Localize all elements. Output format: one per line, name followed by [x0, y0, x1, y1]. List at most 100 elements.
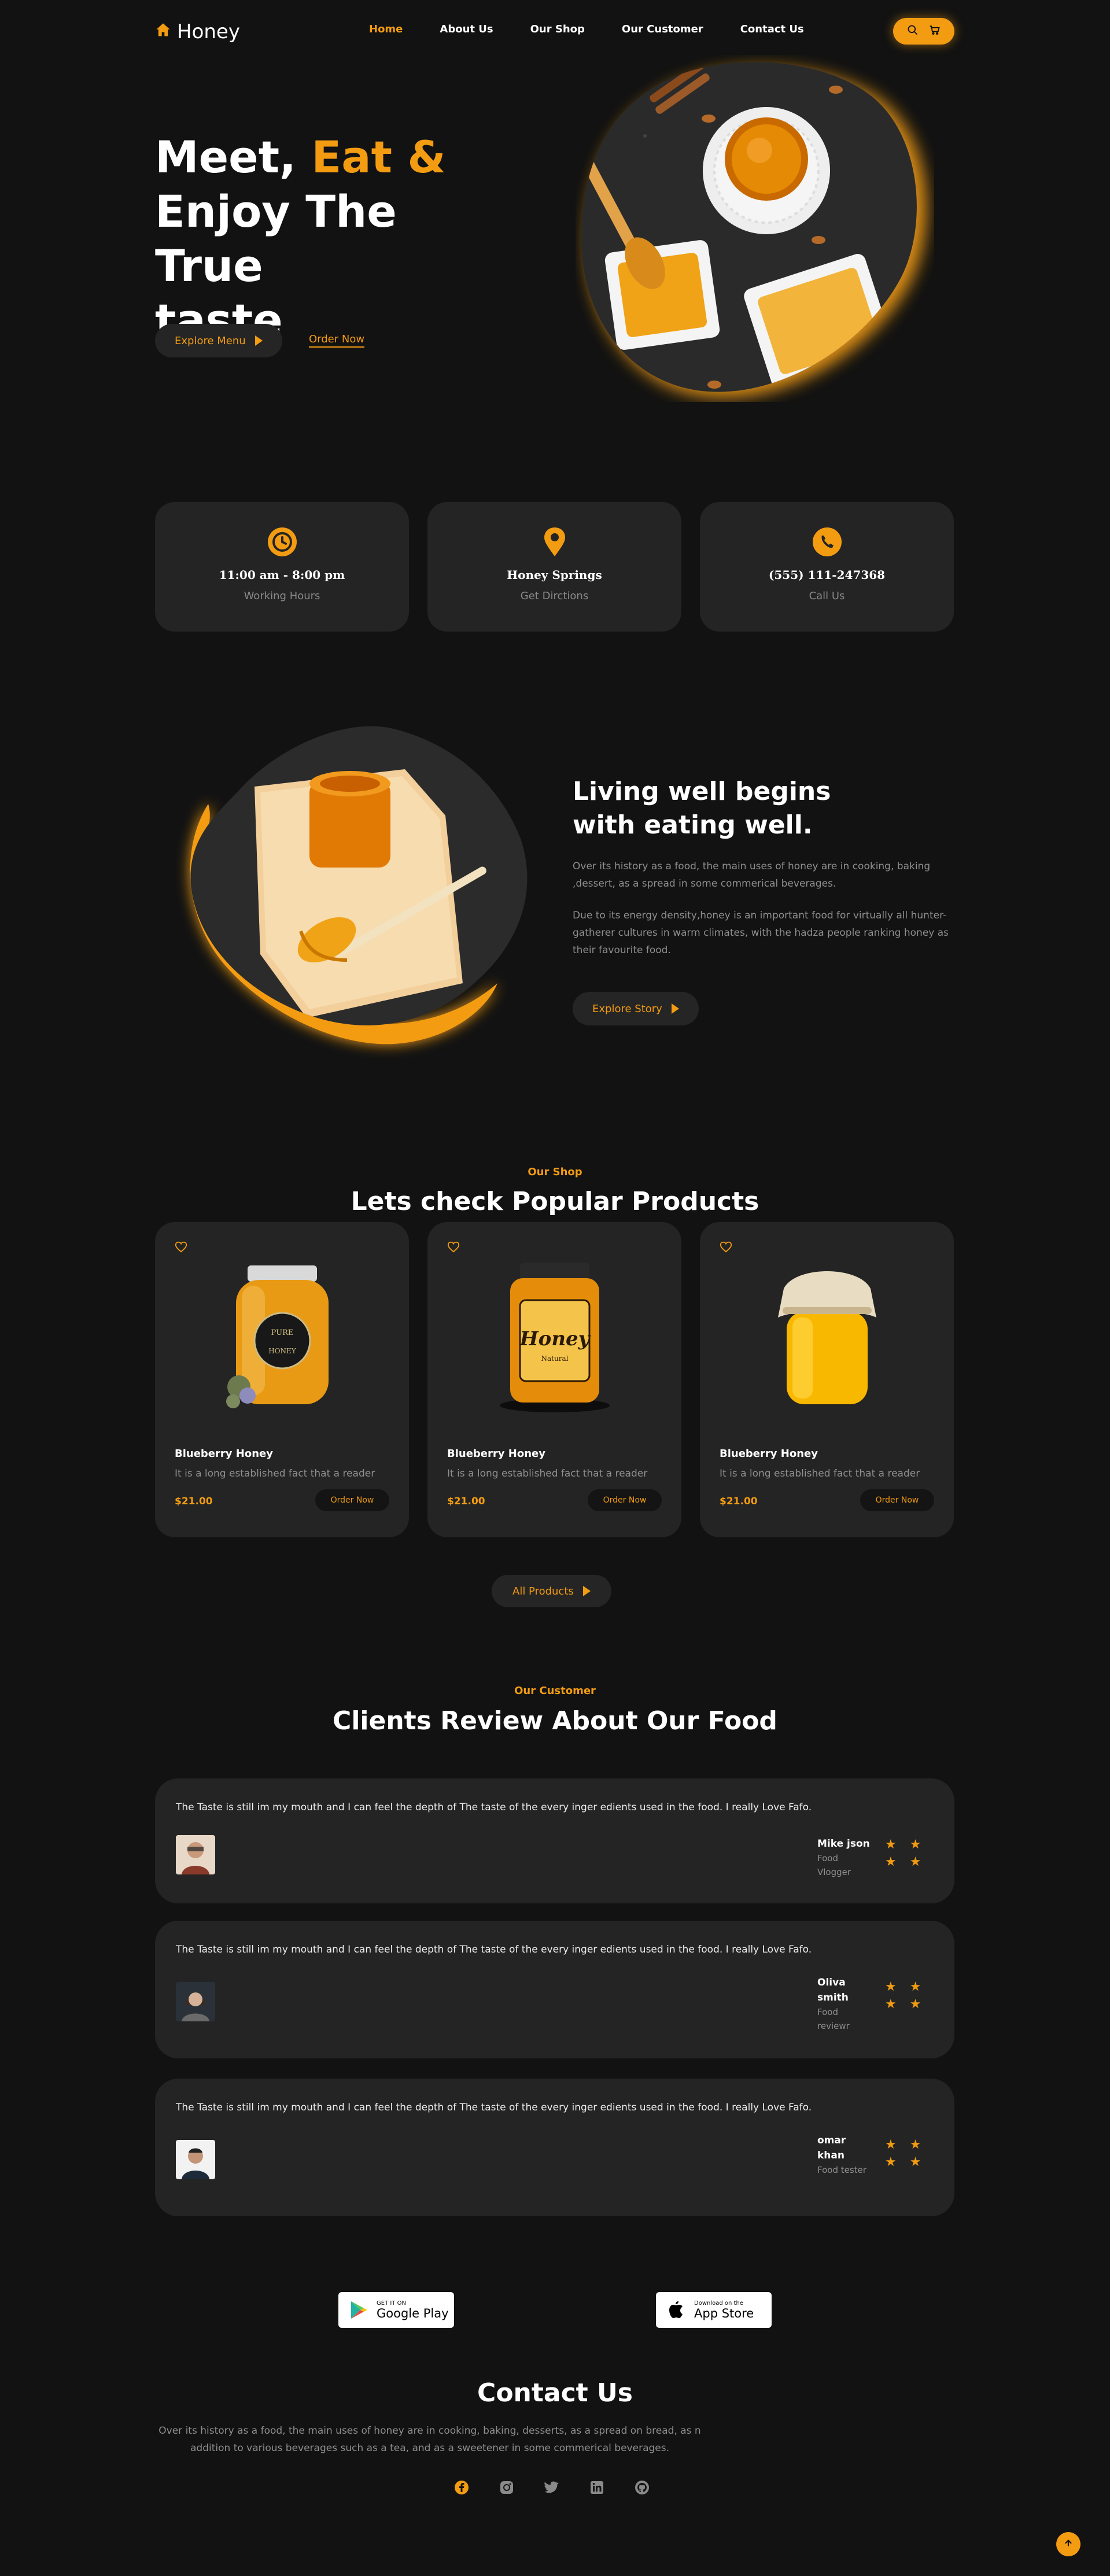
all-products-button[interactable]: All Products — [492, 1575, 611, 1607]
home-icon — [155, 20, 171, 43]
logo[interactable]: Honey — [155, 20, 240, 43]
reviewer: omar khan Food tester — [817, 2133, 872, 2177]
app-store-small: Download on the — [694, 2300, 743, 2306]
nav-our-customer[interactable]: Our Customer — [622, 23, 703, 35]
nav-home[interactable]: Home — [369, 23, 403, 35]
heart-icon[interactable] — [447, 1241, 460, 1253]
explore-menu-button[interactable]: Explore Menu — [155, 324, 282, 357]
instagram-icon[interactable] — [499, 2480, 514, 2495]
avatar — [176, 1835, 215, 1874]
explore-story-button[interactable]: Explore Story — [573, 992, 699, 1025]
search-icon[interactable] — [907, 24, 919, 38]
reviewer-role: Food Vlogger — [817, 1853, 851, 1877]
heart-icon[interactable] — [720, 1241, 732, 1253]
header-actions — [893, 18, 954, 45]
shop-kicker: Our Shop — [528, 1166, 582, 1178]
product-name[interactable]: Blueberry Honey — [175, 1448, 273, 1460]
play-icon — [671, 1003, 679, 1014]
product-desc: It is a long established fact that a rea… — [720, 1468, 920, 1479]
star-rating-icon: ★ ★ ★ ★ — [885, 2138, 926, 2169]
explore-story-label: Explore Story — [592, 1002, 662, 1015]
product-card: PURE HONEY Blueberry Honey It is a long … — [155, 1222, 409, 1537]
back-to-top-button[interactable] — [1056, 2532, 1081, 2556]
reviewer-name: Oliva smith — [817, 1977, 849, 2003]
order-now-button[interactable]: Order Now — [315, 1489, 389, 1511]
info-subtitle: Get Dirctions — [520, 590, 589, 602]
play-icon — [255, 335, 263, 346]
play-icon — [582, 1586, 591, 1596]
heart-icon[interactable] — [175, 1241, 187, 1253]
reviewer-name: Mike json — [817, 1838, 870, 1850]
product-price: $21.00 — [175, 1496, 213, 1507]
twitter-icon[interactable] — [544, 2480, 559, 2495]
info-title: 11:00 am - 8:00 pm — [219, 568, 345, 582]
info-card-phone[interactable]: (555) 111-247368 Call Us — [700, 502, 954, 632]
about-paragraph-1: Over its history as a food, the main use… — [573, 861, 931, 890]
info-subtitle: Call Us — [809, 590, 845, 602]
product-desc: It is a long established fact that a rea… — [175, 1468, 375, 1479]
apple-icon — [665, 2299, 687, 2321]
product-card: Blueberry Honey It is a long established… — [700, 1222, 954, 1537]
info-cards: 11:00 am - 8:00 pm Working Hours Honey S… — [155, 502, 954, 632]
arrow-up-icon — [1063, 2538, 1074, 2551]
brand-name: Honey — [177, 20, 240, 43]
avatar — [176, 1982, 215, 2021]
app-store-button[interactable]: Download on the App Store — [656, 2292, 772, 2328]
reviewer: Oliva smith Food reviewr — [817, 1975, 872, 2033]
hero-title: Meet, Eat & Enjoy The True taste — [155, 130, 514, 348]
github-icon[interactable] — [635, 2480, 650, 2495]
review-text: The Taste is still im my mouth and I can… — [176, 1944, 812, 1955]
reviews-title: Clients Review About Our Food — [333, 1706, 777, 1736]
info-title: Honey Springs — [507, 568, 602, 582]
reviewer-name: omar khan — [817, 2135, 846, 2161]
nav-our-shop[interactable]: Our Shop — [530, 23, 585, 35]
cart-icon[interactable] — [929, 24, 941, 38]
facebook-icon[interactable] — [454, 2480, 469, 2495]
product-card: Honey Natural Blueberry Honey It is a lo… — [427, 1222, 681, 1537]
reviewer: Mike json Food Vlogger — [817, 1836, 872, 1879]
jar2-label: Honey — [519, 1327, 591, 1350]
phone-icon — [812, 526, 843, 558]
hero-title-line1a: Meet, — [155, 131, 312, 183]
order-now-button[interactable]: Order Now — [860, 1489, 934, 1511]
info-card-location[interactable]: Honey Springs Get Dirctions — [427, 502, 681, 632]
location-pin-icon — [539, 526, 570, 558]
about-paragraph-2: Due to its energy density,honey is an im… — [573, 910, 949, 956]
product-image: PURE HONEY — [216, 1254, 349, 1416]
product-list: PURE HONEY Blueberry Honey It is a long … — [155, 1222, 954, 1537]
about-title: Living well begins with eating well. — [573, 775, 862, 842]
contact-paragraph: Over its history as a food, the main use… — [158, 2425, 701, 2454]
google-play-button[interactable]: GET IT ON Google Play — [338, 2292, 454, 2328]
order-now-link[interactable]: Order Now — [309, 333, 365, 348]
site-header: Honey Home About Us Our Shop Our Custome… — [155, 0, 954, 64]
app-store-text: Download on the App Store — [694, 2300, 754, 2320]
review-text: The Taste is still im my mouth and I can… — [176, 1802, 812, 1813]
social-links — [454, 2480, 650, 2495]
info-subtitle: Working Hours — [244, 590, 320, 602]
product-name[interactable]: Blueberry Honey — [720, 1448, 818, 1460]
review-card: The Taste is still im my mouth and I can… — [155, 1778, 954, 1903]
jar2-label-sub: Natural — [541, 1355, 569, 1363]
star-rating-icon: ★ ★ ★ ★ — [885, 1837, 926, 1869]
hero-honey-image — [576, 55, 934, 402]
nav-contact-us[interactable]: Contact Us — [740, 23, 804, 35]
review-text: The Taste is still im my mouth and I can… — [176, 2102, 812, 2113]
shop-title: Lets check Popular Products — [351, 1187, 759, 1216]
all-products-label: All Products — [512, 1585, 574, 1597]
google-play-text: GET IT ON Google Play — [377, 2300, 449, 2320]
reviewer-role: Food tester — [817, 2165, 866, 2175]
jar1-label-bottom: HONEY — [268, 1347, 297, 1355]
nav-about-us[interactable]: About Us — [440, 23, 493, 35]
linkedin-icon[interactable] — [589, 2480, 604, 2495]
product-image — [761, 1254, 894, 1416]
order-now-button[interactable]: Order Now — [588, 1489, 662, 1511]
info-card-hours: 11:00 am - 8:00 pm Working Hours — [155, 502, 409, 632]
about-honey-image — [174, 711, 544, 1070]
hero-title-accent: Eat & — [311, 131, 446, 183]
app-store-big: App Store — [694, 2306, 754, 2320]
explore-menu-label: Explore Menu — [175, 334, 246, 347]
product-name[interactable]: Blueberry Honey — [447, 1448, 545, 1460]
about-title-line1: Living well begins — [573, 777, 831, 806]
review-card: The Taste is still im my mouth and I can… — [155, 2079, 954, 2216]
info-title: (555) 111-247368 — [768, 568, 886, 582]
